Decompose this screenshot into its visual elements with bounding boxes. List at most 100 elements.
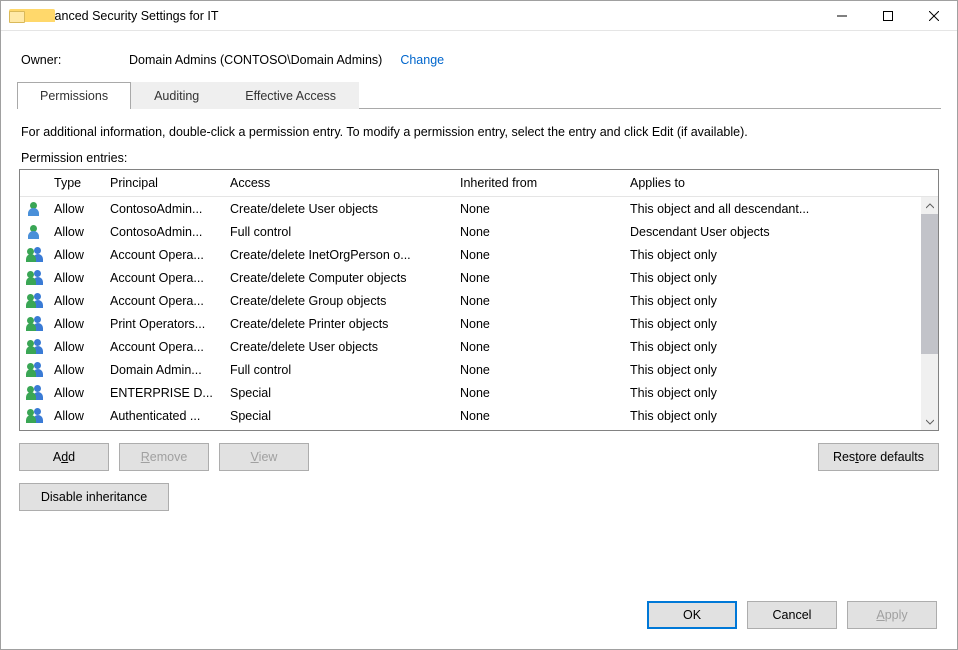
inheritance-row: Disable inheritance	[17, 471, 941, 511]
remove-button[interactable]: Remove	[119, 443, 209, 471]
maximize-button[interactable]	[865, 1, 911, 31]
cell-access: Create/delete Printer objects	[222, 317, 452, 331]
cell-principal: Account Opera...	[102, 340, 222, 354]
folder-icon	[9, 9, 25, 23]
cell-applies: This object only	[622, 363, 938, 377]
cell-type: Allow	[46, 363, 102, 377]
cell-principal: Account Opera...	[102, 248, 222, 262]
cell-principal: ContosoAdmin...	[102, 202, 222, 216]
cell-inherited: None	[452, 386, 622, 400]
col-type[interactable]: Type	[46, 170, 102, 196]
table-row[interactable]: AllowAuthenticated ...SpecialNoneThis ob…	[20, 404, 938, 427]
col-inherited[interactable]: Inherited from	[452, 170, 622, 196]
ok-button[interactable]: OK	[647, 601, 737, 629]
entry-buttons-row: Add Remove View Restore defaults	[17, 431, 941, 471]
add-button[interactable]: Add	[19, 443, 109, 471]
close-button[interactable]	[911, 1, 957, 31]
cell-type: Allow	[46, 248, 102, 262]
cell-type: Allow	[46, 225, 102, 239]
disable-inheritance-button[interactable]: Disable inheritance	[19, 483, 169, 511]
table-row[interactable]: AllowAccount Opera...Create/delete InetO…	[20, 243, 938, 266]
content-area: Owner: Domain Admins (CONTOSO\Domain Adm…	[1, 31, 957, 649]
cell-principal: Domain Admin...	[102, 363, 222, 377]
cell-type: Allow	[46, 294, 102, 308]
table-row[interactable]: AllowAccount Opera...Create/delete Compu…	[20, 266, 938, 289]
cell-principal: ENTERPRISE D...	[102, 386, 222, 400]
cell-inherited: None	[452, 202, 622, 216]
cell-inherited: None	[452, 294, 622, 308]
table-row[interactable]: AllowDomain Admin...Full controlNoneThis…	[20, 358, 938, 381]
cell-inherited: None	[452, 271, 622, 285]
cell-applies: This object only	[622, 317, 938, 331]
apply-button[interactable]: Apply	[847, 601, 937, 629]
tabs-strip: Permissions Auditing Effective Access	[17, 81, 941, 109]
cell-applies: This object and all descendant...	[622, 202, 938, 216]
tab-effective-access[interactable]: Effective Access	[222, 82, 359, 109]
info-text: For additional information, double-click…	[17, 109, 941, 151]
cell-type: Allow	[46, 386, 102, 400]
cell-inherited: None	[452, 248, 622, 262]
dialog-footer: OK Cancel Apply	[17, 587, 941, 633]
cell-inherited: None	[452, 409, 622, 423]
table-row[interactable]: AllowPrint Operators...Create/delete Pri…	[20, 312, 938, 335]
col-icon[interactable]	[20, 170, 46, 196]
cell-principal: Print Operators...	[102, 317, 222, 331]
cell-access: Special	[222, 409, 452, 423]
change-owner-link[interactable]: Change	[400, 53, 444, 67]
users-icon	[26, 247, 44, 263]
cell-access: Create/delete User objects	[222, 340, 452, 354]
minimize-button[interactable]	[819, 1, 865, 31]
cancel-button[interactable]: Cancel	[747, 601, 837, 629]
table-row[interactable]: AllowContosoAdmin...Full controlNoneDesc…	[20, 220, 938, 243]
table-body: AllowContosoAdmin...Create/delete User o…	[20, 197, 938, 430]
tab-auditing[interactable]: Auditing	[131, 82, 222, 109]
cell-access: Full control	[222, 363, 452, 377]
person-icon	[26, 201, 42, 217]
tab-permissions[interactable]: Permissions	[17, 82, 131, 109]
cell-principal: ContosoAdmin...	[102, 225, 222, 239]
scroll-thumb[interactable]	[921, 214, 938, 354]
window-title: Advanced Security Settings for IT	[33, 9, 219, 23]
owner-label: Owner:	[21, 53, 129, 67]
table-row[interactable]: AllowENTERPRISE D...SpecialNoneThis obje…	[20, 381, 938, 404]
cell-access: Create/delete Group objects	[222, 294, 452, 308]
users-icon	[26, 385, 44, 401]
security-settings-window: Advanced Security Settings for IT Owner:…	[0, 0, 958, 650]
table-row[interactable]: AllowContosoAdmin...Create/delete User o…	[20, 197, 938, 220]
scroll-track[interactable]	[921, 214, 938, 413]
cell-access: Create/delete User objects	[222, 202, 452, 216]
users-icon	[26, 293, 44, 309]
cell-inherited: None	[452, 340, 622, 354]
owner-row: Owner: Domain Admins (CONTOSO\Domain Adm…	[17, 49, 941, 81]
cell-applies: This object only	[622, 386, 938, 400]
cell-type: Allow	[46, 317, 102, 331]
view-button[interactable]: View	[219, 443, 309, 471]
cell-applies: This object only	[622, 271, 938, 285]
scroll-down-arrow[interactable]	[921, 413, 938, 430]
cell-principal: Account Opera...	[102, 271, 222, 285]
cell-applies: This object only	[622, 340, 938, 354]
owner-value: Domain Admins (CONTOSO\Domain Admins)	[129, 53, 382, 67]
cell-applies: This object only	[622, 409, 938, 423]
users-icon	[26, 362, 44, 378]
cell-access: Full control	[222, 225, 452, 239]
users-icon	[26, 316, 44, 332]
window-controls	[819, 1, 957, 31]
scroll-up-arrow[interactable]	[921, 197, 938, 214]
col-applies[interactable]: Applies to	[622, 170, 938, 196]
cell-type: Allow	[46, 340, 102, 354]
cell-applies: This object only	[622, 248, 938, 262]
cell-inherited: None	[452, 317, 622, 331]
cell-type: Allow	[46, 202, 102, 216]
permissions-table: Type Principal Access Inherited from App…	[19, 169, 939, 431]
titlebar: Advanced Security Settings for IT	[1, 1, 957, 31]
table-row[interactable]: AllowAccount Opera...Create/delete Group…	[20, 289, 938, 312]
cell-inherited: None	[452, 363, 622, 377]
restore-defaults-button[interactable]: Restore defaults	[818, 443, 939, 471]
table-row[interactable]: AllowAccount Opera...Create/delete User …	[20, 335, 938, 358]
cell-principal: Authenticated ...	[102, 409, 222, 423]
vertical-scrollbar[interactable]	[921, 197, 938, 430]
cell-principal: Account Opera...	[102, 294, 222, 308]
col-access[interactable]: Access	[222, 170, 452, 196]
col-principal[interactable]: Principal	[102, 170, 222, 196]
